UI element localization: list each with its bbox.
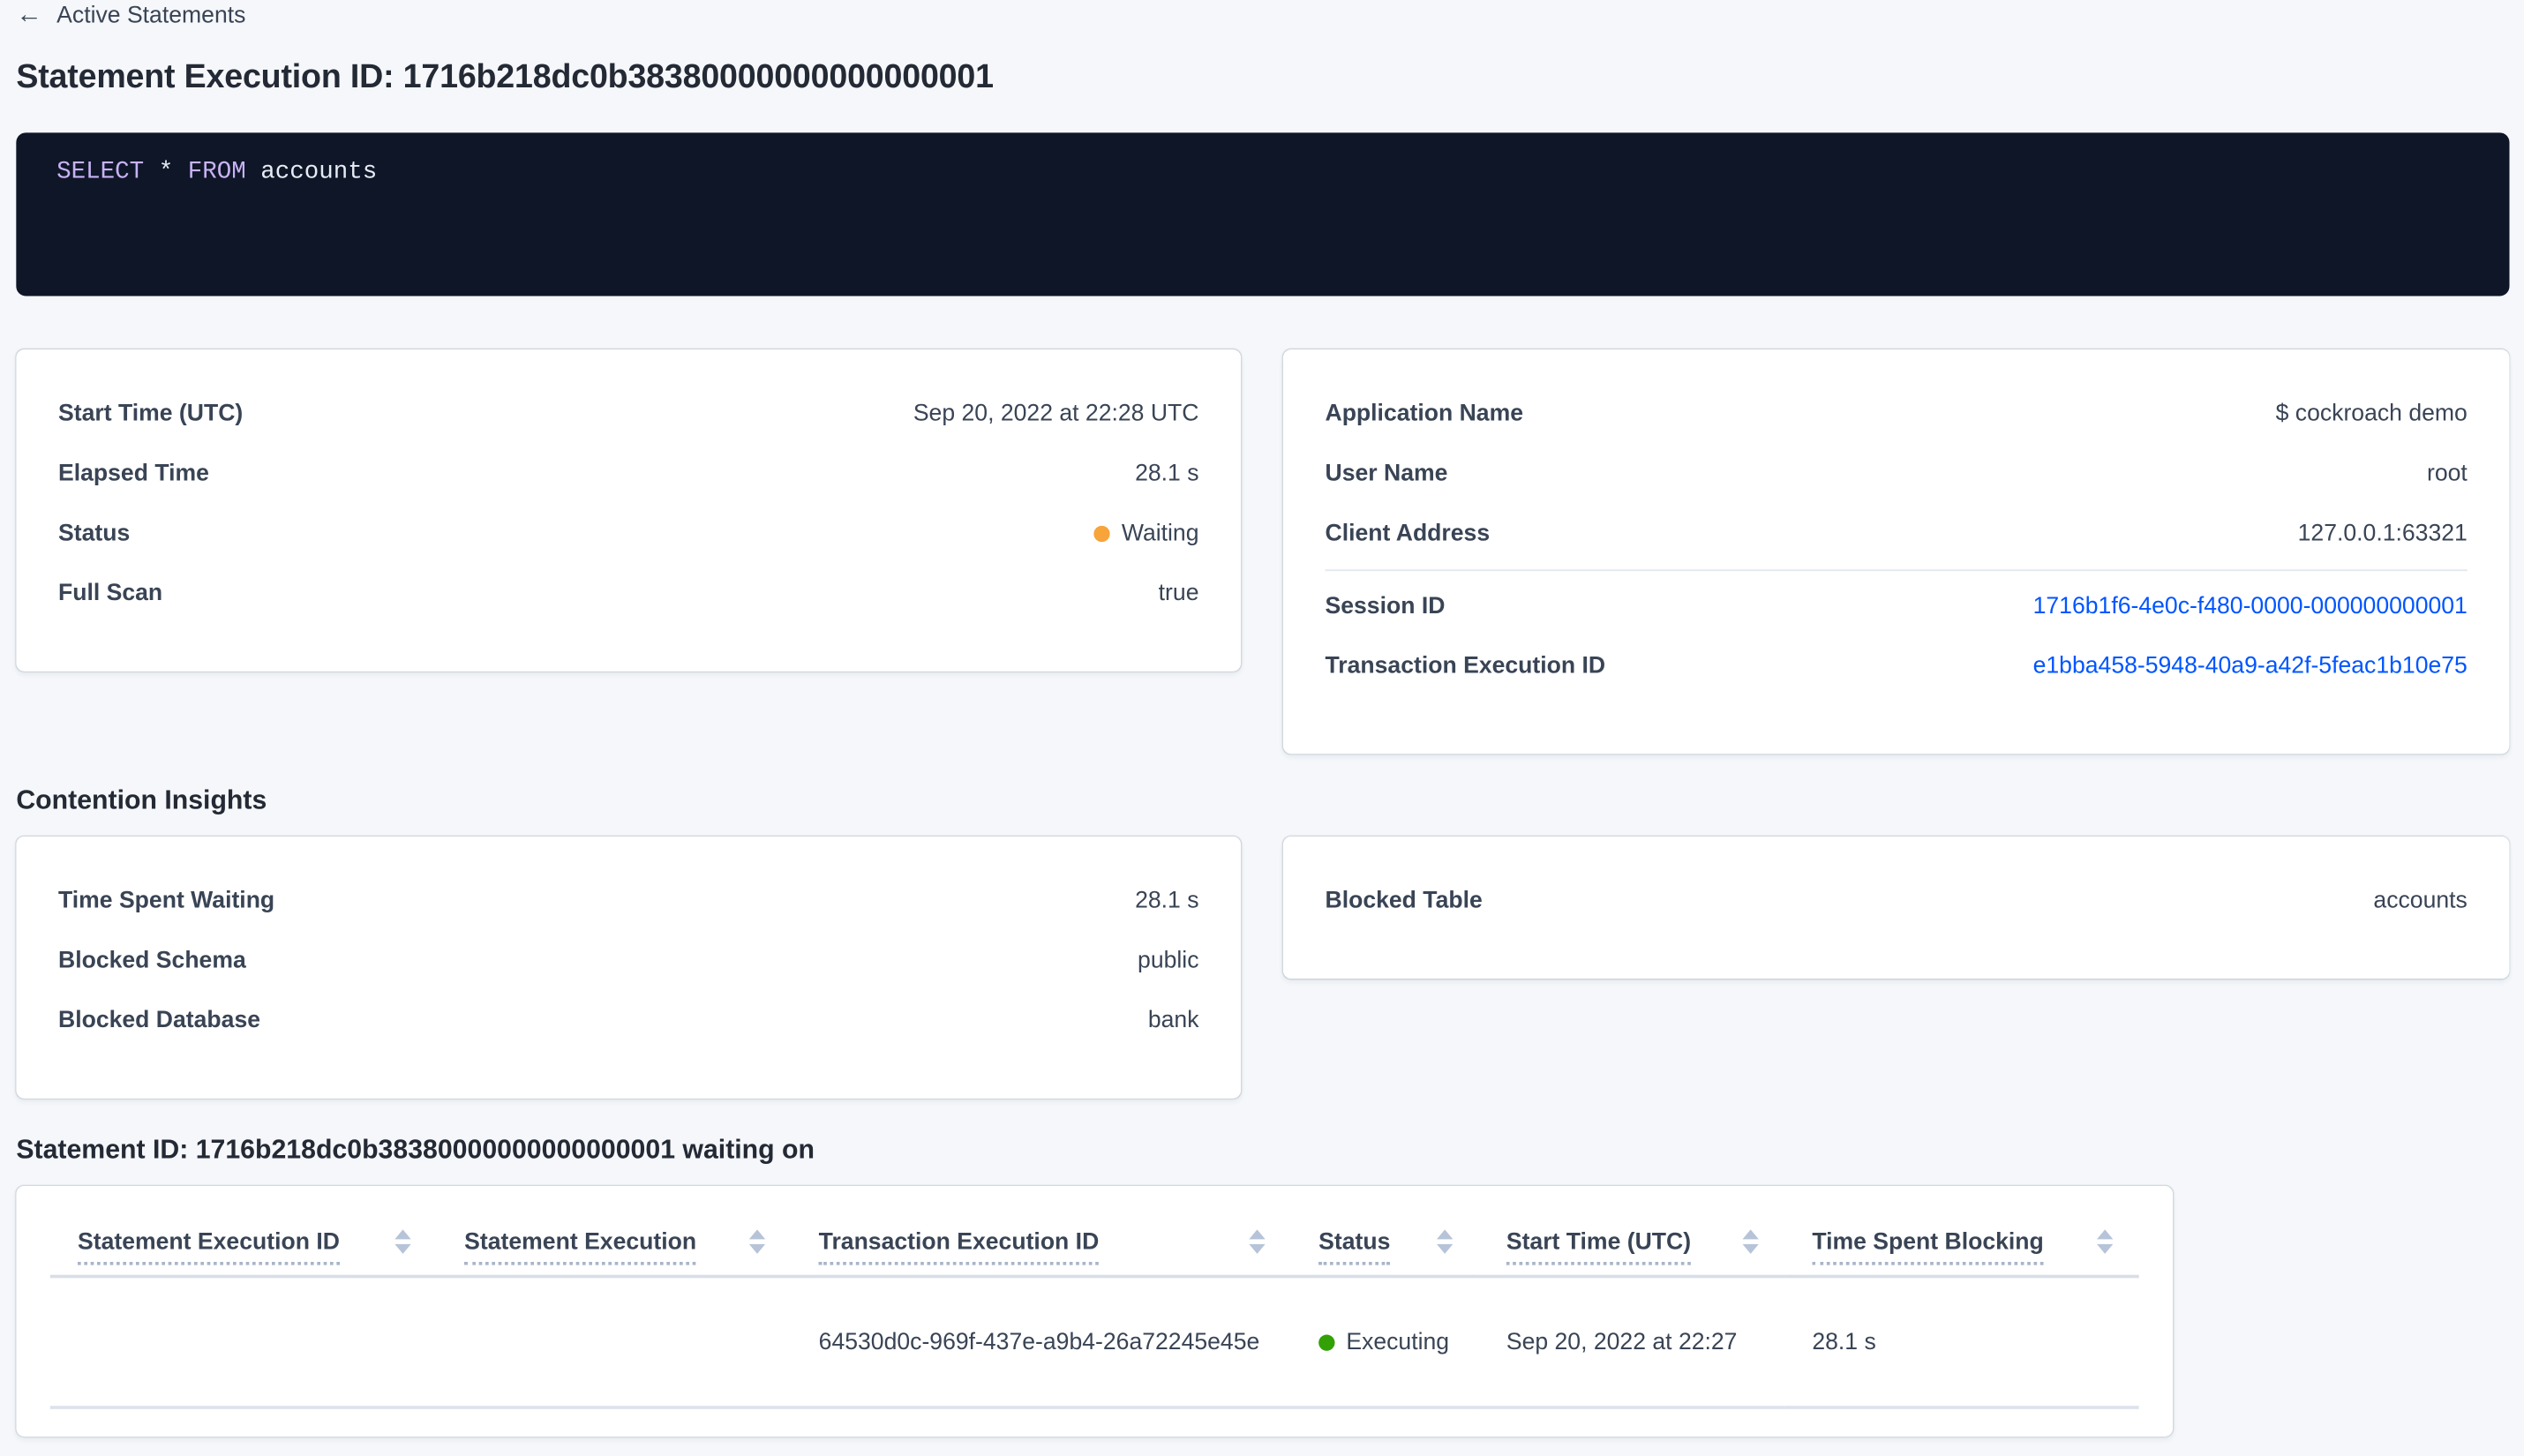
summary-row-application-name: Application Name $ cockroach demo (1325, 383, 2467, 443)
column-label: Start Time (UTC) (1506, 1228, 1692, 1265)
status-text: Waiting (1121, 520, 1199, 546)
sql-keyword-select: SELECT (56, 158, 145, 186)
column-label: Statement Execution (464, 1228, 697, 1265)
sort-arrows-icon[interactable] (2096, 1229, 2114, 1254)
cell-statement-execution (436, 1276, 792, 1409)
column-label: Time Spent Blocking (1812, 1228, 2045, 1265)
row-value: $ cockroach demo (2275, 400, 2468, 427)
contention-insights-heading: Contention Insights (16, 785, 267, 815)
summary-row-time-spent-waiting: Time Spent Waiting 28.1 s (58, 870, 1198, 930)
summary-row-status: Status Waiting (58, 503, 1198, 563)
row-label: User Name (1325, 460, 1448, 486)
waiting-on-table-card: Statement Execution ID Statement Executi… (16, 1185, 2174, 1437)
execution-overview-card: Start Time (UTC) Sep 20, 2022 at 22:28 U… (16, 349, 1242, 672)
row-label: Status (57, 520, 131, 546)
row-label: Session ID (1325, 592, 1446, 619)
sort-arrows-icon[interactable] (1436, 1229, 1454, 1254)
column-label: Statement Execution ID (77, 1228, 340, 1265)
column-header-transaction-execution-id[interactable]: Transaction Execution ID (791, 1185, 1291, 1279)
row-label: Blocked Database (57, 1007, 261, 1033)
row-value: 127.0.0.1:63321 (2297, 520, 2468, 546)
waiting-on-heading: Statement ID: 1716b218dc0b38380000000000… (16, 1135, 815, 1165)
session-details-card: Application Name $ cockroach demo User N… (1282, 349, 2510, 754)
sql-star: * (144, 158, 188, 186)
status-waiting-dot-icon (1093, 524, 1111, 542)
row-value: 28.1 s (1135, 460, 1199, 486)
row-label: Transaction Execution ID (1325, 652, 1606, 679)
status-executing-dot-icon (1318, 1333, 1335, 1350)
row-label: Time Spent Waiting (57, 887, 275, 913)
table-row: 64530d0c-969f-437e-a9b4-26a72245e45e Exe… (49, 1276, 2139, 1409)
cell-statement-execution-id (49, 1276, 437, 1409)
summary-row-session-id: Session ID 1716b1f6-4e0c-f480-0000-00000… (1325, 576, 2467, 636)
contention-waiting-card: Time Spent Waiting 28.1 s Blocked Schema… (16, 836, 1242, 1099)
summary-row-blocked-database: Blocked Database bank (58, 990, 1198, 1050)
row-label: Application Name (1325, 400, 1524, 427)
status-value: Waiting (1093, 520, 1199, 546)
table-header-row: Statement Execution ID Statement Executi… (49, 1185, 2139, 1279)
cell-start-time: Sep 20, 2022 at 22:27 (1478, 1276, 1785, 1409)
sort-arrows-icon[interactable] (1742, 1229, 1759, 1254)
summary-row-client-address: Client Address 127.0.0.1:63321 (1325, 503, 2467, 563)
column-label: Transaction Execution ID (818, 1228, 1100, 1265)
sql-statement-box: SELECT * FROM accounts (16, 132, 2510, 296)
summary-row-blocked-table: Blocked Table accounts (1325, 870, 2467, 930)
row-value: root (2426, 460, 2468, 486)
statement-execution-page: ← Active Statements Statement Execution … (0, 0, 2524, 1456)
back-link-label: Active Statements (56, 3, 246, 29)
row-label: Blocked Schema (57, 947, 246, 973)
row-label: Elapsed Time (57, 460, 209, 486)
column-header-status[interactable]: Status (1290, 1185, 1479, 1279)
cell-transaction-execution-id: 64530d0c-969f-437e-a9b4-26a72245e45e (791, 1276, 1291, 1409)
row-value: public (1138, 947, 1199, 973)
row-value: accounts (2373, 887, 2468, 913)
card-divider (1325, 569, 2468, 572)
row-value: bank (1147, 1007, 1199, 1033)
row-label: Start Time (UTC) (57, 400, 244, 427)
row-value: 28.1 s (1135, 887, 1199, 913)
sort-arrows-icon[interactable] (748, 1229, 766, 1254)
page-title: Statement Execution ID: 1716b218dc0b3838… (16, 57, 994, 96)
column-header-statement-execution[interactable]: Statement Execution (436, 1185, 792, 1279)
row-value: Sep 20, 2022 at 22:28 UTC (913, 400, 1199, 427)
summary-row-full-scan: Full Scan true (58, 563, 1198, 623)
summary-row-elapsed-time: Elapsed Time 28.1 s (58, 443, 1198, 503)
sql-table-name: accounts (245, 158, 378, 186)
waiting-on-table: Statement Execution ID Statement Executi… (49, 1185, 2139, 1409)
column-label: Status (1318, 1228, 1392, 1265)
sql-keyword-from: FROM (187, 158, 246, 186)
blocked-table-card: Blocked Table accounts (1282, 836, 2510, 979)
row-label: Blocked Table (1325, 887, 1483, 913)
transaction-execution-id-link[interactable]: e1bba458-5948-40a9-a42f-5feac1b10e75 (2033, 653, 2468, 679)
status-text: Executing (1346, 1329, 1450, 1355)
sql-statement: SELECT * FROM accounts (56, 159, 377, 186)
column-header-start-time[interactable]: Start Time (UTC) (1478, 1185, 1785, 1279)
summary-row-blocked-schema: Blocked Schema public (58, 930, 1198, 990)
row-value: true (1158, 580, 1199, 606)
sort-arrows-icon[interactable] (394, 1229, 411, 1254)
cell-time-spent-blocking: 28.1 s (1784, 1276, 2139, 1409)
row-label: Full Scan (57, 580, 163, 606)
sort-arrows-icon[interactable] (1249, 1229, 1266, 1254)
back-arrow-icon: ← (16, 1, 42, 29)
session-id-link[interactable]: 1716b1f6-4e0c-f480-0000-000000000001 (2033, 593, 2468, 619)
summary-row-user-name: User Name root (1325, 443, 2467, 503)
column-header-time-spent-blocking[interactable]: Time Spent Blocking (1784, 1185, 2139, 1279)
summary-row-transaction-execution-id: Transaction Execution ID e1bba458-5948-4… (1325, 635, 2467, 695)
back-link-active-statements[interactable]: ← Active Statements (16, 1, 246, 29)
column-header-statement-execution-id[interactable]: Statement Execution ID (49, 1185, 437, 1279)
row-label: Client Address (1325, 520, 1491, 546)
cell-status: Executing (1290, 1276, 1479, 1409)
summary-row-start-time: Start Time (UTC) Sep 20, 2022 at 22:28 U… (58, 383, 1198, 443)
